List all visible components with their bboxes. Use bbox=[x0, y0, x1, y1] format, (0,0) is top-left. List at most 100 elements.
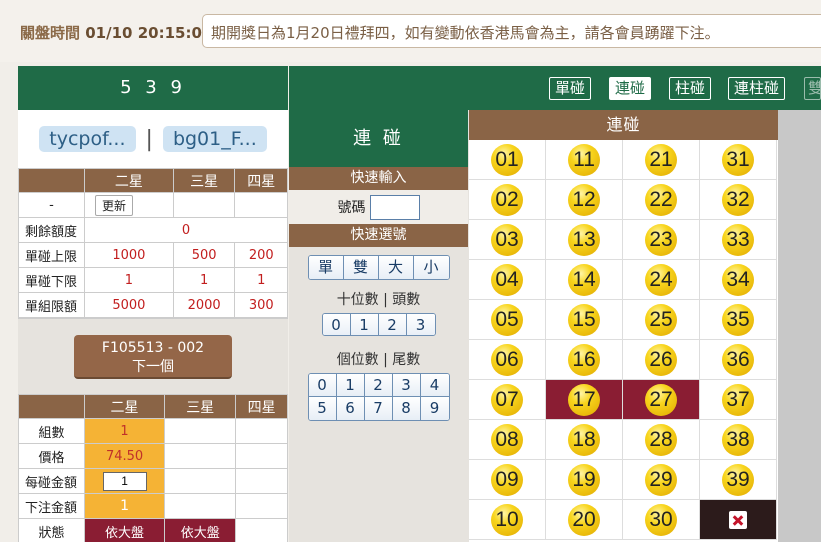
tens-button[interactable]: 2 bbox=[378, 314, 407, 335]
units-button[interactable]: 0 bbox=[308, 374, 337, 397]
nav-area: F105513 - 002 下一個 bbox=[18, 318, 288, 394]
number-ball: 37 bbox=[722, 383, 754, 416]
units-button[interactable]: 3 bbox=[392, 374, 421, 397]
row-label: 狀態 bbox=[18, 518, 85, 542]
nav-code: F105513 - 002 bbox=[101, 339, 205, 356]
ball-cell[interactable]: 09 bbox=[469, 460, 546, 500]
ball-cell[interactable]: 12 bbox=[546, 180, 623, 220]
ball-cell[interactable]: 05 bbox=[469, 300, 546, 340]
units-row: 0 1 2 3 4 5 6 7 8 9 bbox=[289, 373, 468, 421]
refresh-button[interactable]: 更新 bbox=[95, 194, 134, 216]
table-header-blank bbox=[18, 168, 85, 193]
ball-cell[interactable]: 39 bbox=[700, 460, 777, 500]
ball-cell[interactable]: 35 bbox=[700, 300, 777, 340]
ball-cell[interactable]: 24 bbox=[623, 260, 700, 300]
units-button[interactable]: 7 bbox=[364, 397, 393, 420]
units-numpad: 0 1 2 3 4 5 6 7 8 9 bbox=[307, 373, 450, 421]
ball-cell[interactable]: 38 bbox=[700, 420, 777, 460]
ball-cell[interactable]: 28 bbox=[623, 420, 700, 460]
ball-cell[interactable]: 06 bbox=[469, 340, 546, 380]
user-chip[interactable]: bg01_F... bbox=[162, 126, 267, 152]
ball-board: 連碰 01 11 21 31 02 12 22 32 03 13 23 33 04 14 24 34 05 15 2… bbox=[469, 110, 778, 542]
tens-button[interactable]: 0 bbox=[322, 314, 351, 335]
ball-cell[interactable]: 25 bbox=[623, 300, 700, 340]
quick-panel: 連 碰 快速輸入 號碼 快速選號 單 雙 大 小 十位數 | 頭數 0 1 2 … bbox=[289, 110, 468, 542]
ball-cell[interactable]: 29 bbox=[623, 460, 700, 500]
tab-bar: 單碰 連碰 柱碰 連柱碰 雙 bbox=[289, 66, 821, 110]
tens-button[interactable]: 1 bbox=[350, 314, 379, 335]
tab-continuous-pillar[interactable]: 連柱碰 bbox=[728, 77, 786, 100]
ball-cell[interactable]: 19 bbox=[546, 460, 623, 500]
number-ball: 24 bbox=[645, 263, 677, 296]
ball-cell[interactable]: 32 bbox=[700, 180, 777, 220]
units-button[interactable]: 5 bbox=[308, 397, 337, 420]
units-button[interactable]: 1 bbox=[336, 374, 365, 397]
units-button[interactable]: 8 bbox=[392, 397, 421, 420]
ball-cell[interactable]: 01 bbox=[469, 140, 546, 180]
ball-cell[interactable]: 30 bbox=[623, 500, 700, 540]
units-button[interactable]: 6 bbox=[336, 397, 365, 420]
ball-cell[interactable]: 17 bbox=[546, 380, 623, 420]
ball-cell[interactable]: 34 bbox=[700, 260, 777, 300]
ball-cell[interactable]: 21 bbox=[623, 140, 700, 180]
odd-button[interactable]: 單 bbox=[308, 255, 344, 279]
big-button[interactable]: 大 bbox=[378, 255, 414, 279]
ball-cell[interactable]: 10 bbox=[469, 500, 546, 540]
tab-double[interactable]: 雙 bbox=[804, 77, 821, 100]
number-ball: 23 bbox=[645, 223, 677, 256]
ball-cell[interactable]: 03 bbox=[469, 220, 546, 260]
amount-input[interactable] bbox=[102, 471, 147, 491]
ball-cell[interactable]: 08 bbox=[469, 420, 546, 460]
ball-cell[interactable]: 14 bbox=[546, 260, 623, 300]
number-ball: 19 bbox=[568, 463, 600, 496]
tab-continuous[interactable]: 連碰 bbox=[609, 77, 652, 100]
column-header: 三星 bbox=[164, 394, 237, 419]
ball-cell[interactable]: 18 bbox=[546, 420, 623, 460]
number-label: 號碼 bbox=[337, 200, 366, 216]
clear-button[interactable] bbox=[700, 500, 777, 540]
number-ball: 26 bbox=[645, 343, 677, 376]
row-label: 價格 bbox=[18, 443, 85, 469]
ball-cell[interactable]: 26 bbox=[623, 340, 700, 380]
ball-cell[interactable]: 20 bbox=[546, 500, 623, 540]
ball-cell[interactable]: 16 bbox=[546, 340, 623, 380]
empty-cell bbox=[235, 518, 288, 542]
units-button[interactable]: 9 bbox=[420, 397, 449, 420]
ball-cell[interactable]: 23 bbox=[623, 220, 700, 260]
tab-single[interactable]: 單碰 bbox=[549, 77, 592, 100]
table-cell: 300 bbox=[234, 292, 288, 318]
row-label: 組數 bbox=[18, 418, 85, 444]
user-chip[interactable]: tycpof... bbox=[39, 126, 136, 152]
ball-cell[interactable]: 04 bbox=[469, 260, 546, 300]
nav-next-label: 下一個 bbox=[132, 358, 174, 375]
game-title: 5 3 9 bbox=[18, 66, 288, 110]
even-button[interactable]: 雙 bbox=[343, 255, 379, 279]
ball-cell[interactable]: 07 bbox=[469, 380, 546, 420]
ball-cell[interactable]: 11 bbox=[546, 140, 623, 180]
number-ball: 39 bbox=[722, 463, 754, 496]
tab-pillar[interactable]: 柱碰 bbox=[669, 77, 712, 100]
units-button[interactable]: 2 bbox=[364, 374, 393, 397]
small-button[interactable]: 小 bbox=[413, 255, 449, 279]
ball-cell[interactable]: 36 bbox=[700, 340, 777, 380]
number-input[interactable] bbox=[369, 194, 420, 220]
ball-cell[interactable]: 13 bbox=[546, 220, 623, 260]
ball-cell[interactable]: 22 bbox=[623, 180, 700, 220]
ball-cell[interactable]: 27 bbox=[623, 380, 700, 420]
ball-cell[interactable]: 37 bbox=[700, 380, 777, 420]
ball-cell[interactable]: 15 bbox=[546, 300, 623, 340]
number-ball: 13 bbox=[568, 223, 600, 256]
empty-cell bbox=[164, 468, 237, 494]
row-label: 單碰上限 bbox=[18, 242, 85, 268]
ball-cell[interactable]: 02 bbox=[469, 180, 546, 220]
tens-button[interactable]: 3 bbox=[406, 314, 435, 335]
units-button[interactable]: 4 bbox=[420, 374, 449, 397]
ball-cell[interactable]: 31 bbox=[700, 140, 777, 180]
ball-cell[interactable]: 33 bbox=[700, 220, 777, 260]
close-time: 關盤時間 01/10 20:15:00 bbox=[20, 22, 212, 43]
next-button[interactable]: F105513 - 002 下一個 bbox=[74, 334, 232, 379]
side-gutter bbox=[778, 110, 821, 542]
quick-select-title: 快速選號 bbox=[289, 224, 468, 247]
number-row: 號碼 bbox=[289, 190, 468, 224]
row-label: 剩餘額度 bbox=[18, 217, 85, 243]
